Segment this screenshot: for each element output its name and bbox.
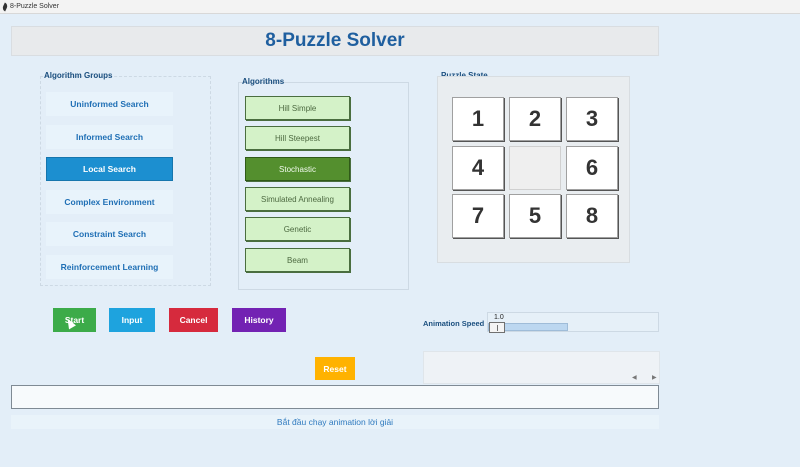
animation-speed-label: Animation Speed: [423, 319, 485, 328]
group-uninformed-search[interactable]: Uninformed Search: [46, 92, 173, 116]
algo-stochastic-button[interactable]: Stochastic: [245, 157, 350, 181]
algo-genetic-button[interactable]: Genetic: [245, 217, 350, 241]
algo-beam-button[interactable]: Beam: [245, 248, 350, 272]
puzzle-tile[interactable]: 6: [566, 146, 618, 190]
status-text: Bắt đầu chạy animation lời giải: [276, 417, 394, 427]
group-reinforcement-learning[interactable]: Reinforcement Learning: [46, 255, 173, 279]
input-button[interactable]: Input: [109, 308, 155, 332]
puzzle-tile[interactable]: 3: [566, 97, 618, 141]
puzzle-tile-blank[interactable]: [509, 146, 561, 190]
algo-hill-steepest-button[interactable]: Hill Steepest: [245, 126, 350, 150]
output-panel: [423, 351, 660, 384]
algo-simulated-annealing-button[interactable]: Simulated Annealing: [245, 187, 350, 211]
algorithm-groups-label: Algorithm Groups: [44, 71, 113, 80]
slider-handle[interactable]: [489, 322, 505, 333]
algorithms-label: Algorithms: [242, 77, 285, 86]
group-constraint-search[interactable]: Constraint Search: [46, 222, 173, 246]
app-icon: [1, 2, 9, 11]
window-titlebar: 8-Puzzle Solver: [0, 0, 800, 14]
status-bar: Bắt đầu chạy animation lời giải: [11, 415, 659, 429]
group-complex-environment[interactable]: Complex Environment: [46, 190, 173, 214]
puzzle-tile[interactable]: 8: [566, 194, 618, 238]
history-button[interactable]: History: [232, 308, 286, 332]
scroll-left-icon[interactable]: ◀: [632, 374, 637, 381]
puzzle-tile[interactable]: 7: [452, 194, 504, 238]
window-title: 8-Puzzle Solver: [10, 3, 60, 10]
header-bar: 8-Puzzle Solver: [11, 26, 659, 56]
reset-button[interactable]: Reset: [315, 357, 355, 380]
puzzle-tile[interactable]: 2: [509, 97, 561, 141]
group-local-search[interactable]: Local Search: [46, 157, 173, 181]
cancel-button[interactable]: Cancel: [169, 308, 218, 332]
algo-hill-simple-button[interactable]: Hill Simple: [245, 96, 350, 120]
page-title: 8-Puzzle Solver: [265, 30, 405, 51]
puzzle-tile[interactable]: 1: [452, 97, 504, 141]
group-informed-search[interactable]: Informed Search: [46, 125, 173, 149]
puzzle-tile[interactable]: 4: [452, 146, 504, 190]
animation-speed-value: 1.0: [494, 314, 504, 321]
text-input-field[interactable]: [11, 385, 659, 409]
scroll-right-icon[interactable]: ▶: [652, 374, 657, 381]
start-button[interactable]: Start: [53, 308, 96, 332]
puzzle-tile[interactable]: 5: [509, 194, 561, 238]
